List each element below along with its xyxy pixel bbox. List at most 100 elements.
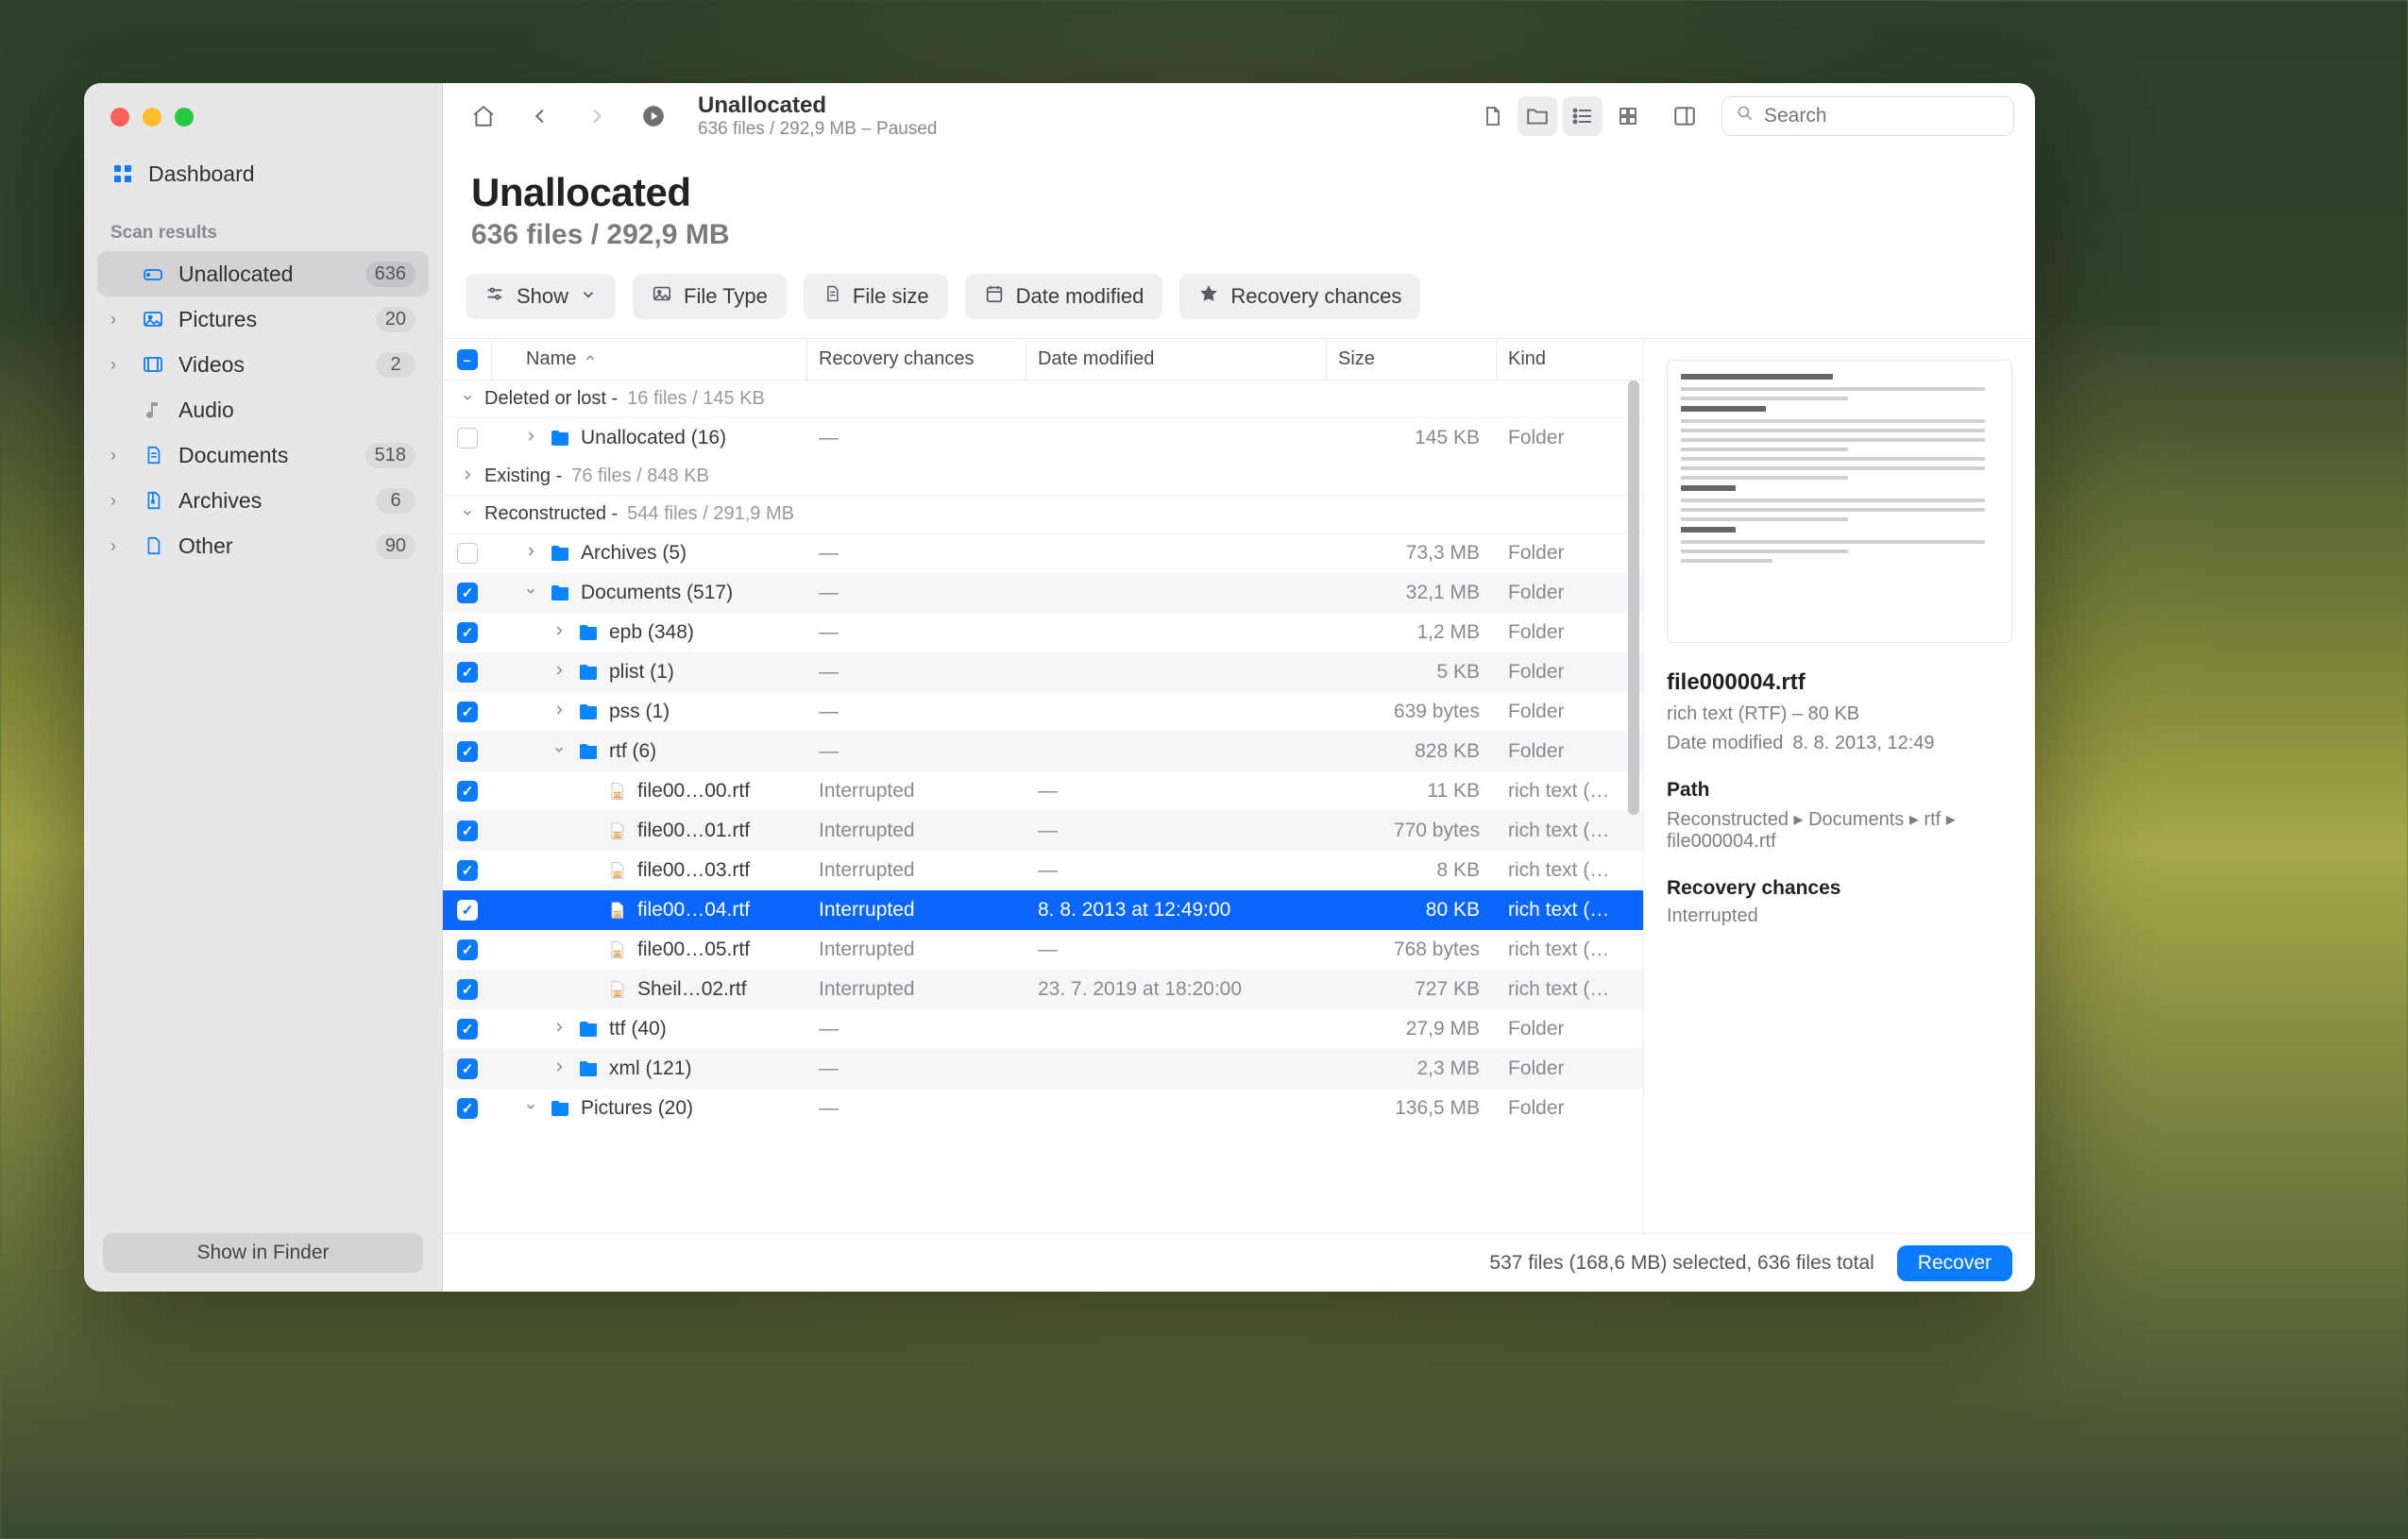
size-cell: 768 bytes [1327, 939, 1497, 961]
sidebar-item-count: 2 [376, 352, 415, 378]
file-row[interactable]: RTFfile00…04.rtfInterrupted8. 8. 2013 at… [443, 890, 1643, 930]
svg-text:RTF: RTF [613, 952, 622, 957]
page-subtitle: 636 files / 292,9 MB [471, 219, 2007, 251]
row-checkbox[interactable] [457, 702, 478, 722]
date-modified-filter-button[interactable]: Date modified [965, 274, 1163, 319]
file-row[interactable]: Documents (517)—32,1 MBFolder [443, 573, 1643, 613]
file-row[interactable]: plist (1)—5 KBFolder [443, 652, 1643, 692]
row-checkbox[interactable] [457, 1019, 478, 1040]
folder-icon [549, 1097, 571, 1120]
chevron-down-icon[interactable] [552, 743, 568, 761]
view-folder-button[interactable] [1518, 96, 1557, 136]
file-size-filter-button[interactable]: File size [804, 274, 948, 319]
kind-cell: Folder [1497, 661, 1643, 684]
sidebar-item-label: Archives [178, 488, 262, 514]
search-input[interactable] [1764, 105, 2020, 127]
recover-button[interactable]: Recover [1897, 1245, 2012, 1281]
show-in-finder-button[interactable]: Show in Finder [103, 1233, 423, 1273]
sidebar-item-other[interactable]: ›Other90 [97, 523, 429, 568]
sidebar-item-videos[interactable]: ›Videos2 [97, 342, 429, 387]
file-row[interactable]: RTFfile00…01.rtfInterrupted—770 bytesric… [443, 811, 1643, 851]
select-all-checkbox[interactable]: – [443, 339, 492, 380]
chevron-right-icon[interactable] [524, 545, 539, 563]
file-row[interactable]: pss (1)—639 bytesFolder [443, 692, 1643, 732]
file-type-filter-button[interactable]: File Type [633, 274, 787, 319]
row-checkbox[interactable] [457, 939, 478, 960]
group-header-reconstructed[interactable]: Reconstructed - 544 files / 291,9 MB [443, 496, 1643, 533]
file-row[interactable]: Pictures (20)—136,5 MBFolder [443, 1089, 1643, 1128]
sidebar-item-unallocated[interactable]: Unallocated636 [97, 251, 429, 296]
column-date[interactable]: Date modified [1026, 339, 1327, 380]
scrollbar-thumb[interactable] [1628, 381, 1639, 815]
toggle-sidebar-button[interactable] [1665, 96, 1704, 136]
chevron-right-icon[interactable] [552, 1060, 568, 1078]
row-checkbox[interactable] [457, 1098, 478, 1119]
row-checkbox[interactable] [457, 622, 478, 643]
file-row[interactable]: RTFSheil…02.rtfInterrupted23. 7. 2019 at… [443, 970, 1643, 1009]
chevron-right-icon[interactable] [552, 1021, 568, 1039]
file-row[interactable]: RTFfile00…00.rtfInterrupted—11 KBrich te… [443, 771, 1643, 811]
view-list-button[interactable] [1563, 96, 1603, 136]
size-cell: 828 KB [1327, 740, 1497, 763]
column-kind[interactable]: Kind [1497, 339, 1643, 380]
sidebar-item-audio[interactable]: Audio [97, 387, 429, 432]
sidebar: Dashboard Scan results Unallocated636›Pi… [84, 83, 443, 1292]
sidebar-item-documents[interactable]: ›Documents518 [97, 432, 429, 478]
row-checkbox[interactable] [457, 662, 478, 683]
file-row[interactable]: rtf (6)—828 KBFolder [443, 732, 1643, 771]
view-document-button[interactable] [1472, 96, 1512, 136]
file-row[interactable]: Unallocated (16)—145 KBFolder [443, 418, 1643, 458]
column-size[interactable]: Size [1327, 339, 1497, 380]
folder-icon [577, 621, 600, 644]
forward-button[interactable] [577, 96, 617, 136]
file-row[interactable]: Archives (5)—73,3 MBFolder [443, 533, 1643, 573]
row-checkbox[interactable] [457, 979, 478, 1000]
row-checkbox[interactable] [457, 900, 478, 921]
chevron-down-icon[interactable] [524, 1100, 539, 1118]
row-checkbox[interactable] [457, 781, 478, 802]
chevron-right-icon[interactable] [552, 664, 568, 682]
chevron-right-icon[interactable] [552, 703, 568, 721]
chevron-down-icon[interactable] [524, 584, 539, 602]
minimize-window-button[interactable] [143, 108, 161, 127]
column-recovery[interactable]: Recovery chances [807, 339, 1026, 380]
file-row[interactable]: epb (348)—1,2 MBFolder [443, 613, 1643, 652]
sidebar-item-pictures[interactable]: ›Pictures20 [97, 296, 429, 342]
size-cell: 32,1 MB [1327, 582, 1497, 604]
file-rows[interactable]: Deleted or lost - 16 files / 145 KBUnall… [443, 381, 1643, 1233]
chevron-right-icon[interactable] [552, 624, 568, 642]
group-header-deleted-or-lost[interactable]: Deleted or lost - 16 files / 145 KB [443, 381, 1643, 418]
svg-text:RTF: RTF [613, 872, 622, 878]
file-row[interactable]: xml (121)—2,3 MBFolder [443, 1049, 1643, 1089]
chevron-right-icon[interactable] [524, 430, 539, 448]
view-grid-button[interactable] [1608, 96, 1648, 136]
row-checkbox[interactable] [457, 820, 478, 841]
detail-path-label: Path [1667, 779, 2012, 802]
row-checkbox[interactable] [457, 860, 478, 881]
close-window-button[interactable] [110, 108, 129, 127]
sidebar-item-dashboard[interactable]: Dashboard [97, 151, 429, 196]
recovery-chances-filter-button[interactable]: Recovery chances [1179, 274, 1420, 319]
chevron-down-icon [460, 503, 475, 525]
zoom-window-button[interactable] [175, 108, 194, 127]
show-filter-button[interactable]: Show [466, 274, 616, 319]
sidebar-item-archives[interactable]: ›Archives6 [97, 478, 429, 523]
row-checkbox[interactable] [457, 741, 478, 762]
back-button[interactable] [520, 96, 560, 136]
date-modified-cell: — [1026, 820, 1327, 842]
column-name[interactable]: Name [492, 339, 807, 380]
home-button[interactable] [464, 96, 503, 136]
search-field[interactable] [1721, 96, 2014, 136]
file-row[interactable]: ttf (40)—27,9 MBFolder [443, 1009, 1643, 1049]
file-row[interactable]: RTFfile00…05.rtfInterrupted—768 bytesric… [443, 930, 1643, 970]
file-row[interactable]: RTFfile00…03.rtfInterrupted—8 KBrich tex… [443, 851, 1643, 890]
resume-scan-button[interactable] [634, 96, 673, 136]
chevron-right-icon: › [110, 355, 127, 375]
row-checkbox[interactable] [457, 583, 478, 603]
rtf-file-icon: RTF [605, 899, 628, 922]
group-header-existing[interactable]: Existing - 76 files / 848 KB [443, 458, 1643, 496]
file-name: plist (1) [609, 661, 674, 684]
row-checkbox[interactable] [457, 1058, 478, 1079]
row-checkbox[interactable] [457, 428, 478, 448]
row-checkbox[interactable] [457, 543, 478, 564]
